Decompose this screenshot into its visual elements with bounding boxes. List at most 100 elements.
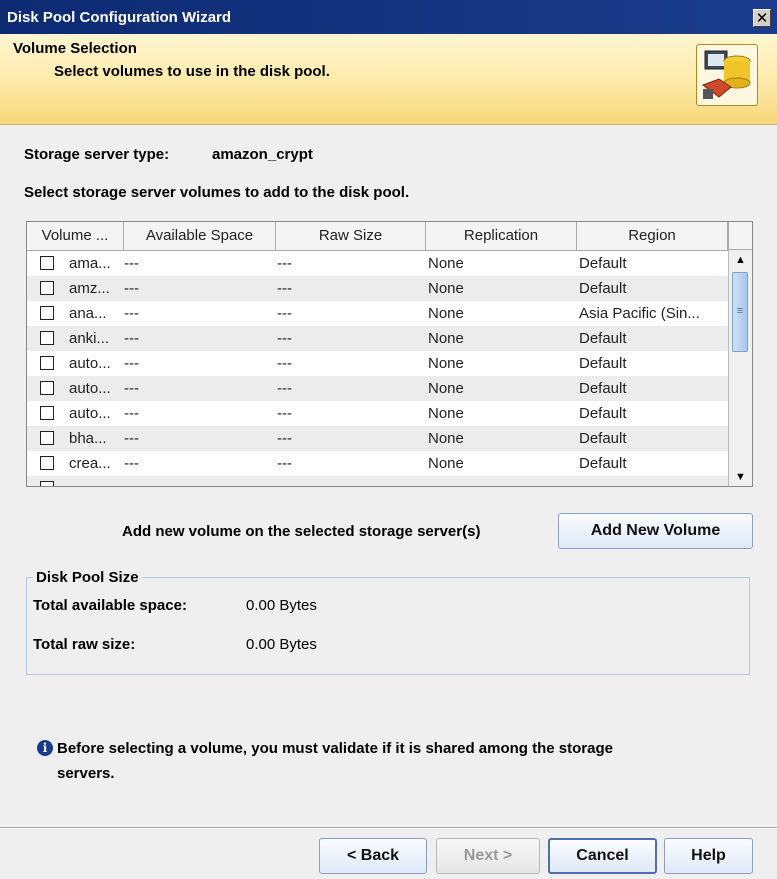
disk-pool-icon — [696, 44, 758, 106]
table-row[interactable]: crea... --- --- None Default — [27, 451, 728, 476]
wizard-header: Volume Selection Select volumes to use i… — [0, 34, 777, 125]
row-checkbox[interactable] — [40, 281, 54, 295]
cell-volume: auto... — [69, 405, 111, 422]
cell-available: --- — [124, 305, 139, 322]
cell-region: Asia Pacific (Sin... — [579, 305, 700, 322]
row-checkbox[interactable] — [40, 356, 54, 370]
info-message-line1: Before selecting a volume, you must vali… — [57, 740, 613, 757]
cell-available: --- — [124, 255, 139, 272]
cell-raw: --- — [277, 255, 292, 272]
table-body: ama... --- --- None Default amz... --- -… — [27, 251, 728, 486]
scroll-thumb[interactable]: ≡ — [732, 272, 748, 352]
cell-volume: anki... — [69, 330, 110, 347]
scroll-corner — [728, 222, 752, 250]
info-message-line2: servers. — [57, 765, 115, 782]
total-raw-value: 0.00 Bytes — [246, 636, 317, 653]
col-region[interactable]: Region — [577, 222, 728, 250]
row-checkbox[interactable] — [40, 406, 54, 420]
cell-region: Default — [579, 280, 627, 297]
col-volume[interactable]: Volume ... — [27, 222, 124, 250]
col-replication[interactable]: Replication — [426, 222, 577, 250]
cancel-button[interactable]: Cancel — [548, 838, 657, 874]
close-button[interactable]: ✕ — [753, 9, 771, 27]
scroll-up-arrow-icon[interactable]: ▲ — [729, 250, 752, 270]
cell-volume: amz... — [69, 280, 110, 297]
cell-raw: --- — [277, 355, 292, 372]
row-checkbox[interactable] — [40, 256, 54, 270]
disk-pool-size-group: Disk Pool Size — [26, 569, 750, 675]
cell-raw: --- — [277, 430, 292, 447]
cell-available: --- — [124, 355, 139, 372]
add-new-volume-button[interactable]: Add New Volume — [558, 513, 753, 549]
cell-volume: auto... — [69, 355, 111, 372]
cell-region: Default — [579, 330, 627, 347]
cell-volume: bha... — [69, 430, 107, 447]
cell-volume: crea... — [69, 455, 111, 472]
cell-region: Default — [579, 430, 627, 447]
col-available-space[interactable]: Available Space — [124, 222, 276, 250]
cell-region: Default — [579, 455, 627, 472]
next-button[interactable]: Next > — [436, 838, 540, 874]
footer-separator-highlight — [0, 828, 777, 829]
step-title: Volume Selection — [13, 40, 137, 57]
table-row[interactable]: auto... --- --- None Default — [27, 376, 728, 401]
cell-available: --- — [124, 405, 139, 422]
table-row[interactable]: ama... --- --- None Default — [27, 251, 728, 276]
table-row[interactable]: ana... --- --- None Asia Pacific (Sin... — [27, 301, 728, 326]
cell-raw: --- — [277, 330, 292, 347]
cell-raw: --- — [277, 405, 292, 422]
cell-available: --- — [124, 330, 139, 347]
cell-replication: None — [428, 255, 464, 272]
cell-replication: None — [428, 380, 464, 397]
col-raw-size[interactable]: Raw Size — [276, 222, 426, 250]
info-icon: i — [37, 740, 53, 756]
cell-region: Default — [579, 405, 627, 422]
row-checkbox[interactable] — [40, 381, 54, 395]
cell-available: --- — [124, 280, 139, 297]
cell-raw: --- — [277, 380, 292, 397]
total-available-label: Total available space: — [33, 597, 187, 614]
scroll-down-arrow-icon[interactable]: ▼ — [729, 467, 752, 486]
total-available-value: 0.00 Bytes — [246, 597, 317, 614]
table-scrollbar[interactable]: ▲ ≡ ▼ — [728, 250, 752, 486]
cell-raw: --- — [277, 455, 292, 472]
cell-replication: None — [428, 355, 464, 372]
row-checkbox[interactable] — [40, 431, 54, 445]
storage-type-label: Storage server type: — [24, 146, 170, 163]
cell-available: --- — [124, 380, 139, 397]
row-checkbox[interactable] — [40, 481, 54, 486]
table-row[interactable]: anki... --- --- None Default — [27, 326, 728, 351]
total-raw-label: Total raw size: — [33, 636, 136, 653]
row-checkbox[interactable] — [40, 306, 54, 320]
cell-replication: None — [428, 405, 464, 422]
step-subtitle: Select volumes to use in the disk pool. — [54, 63, 330, 80]
cell-region: Default — [579, 355, 627, 372]
row-checkbox[interactable] — [40, 331, 54, 345]
cell-replication: None — [428, 430, 464, 447]
cell-volume: ama... — [69, 255, 111, 272]
cell-raw: --- — [277, 305, 292, 322]
title-bar: Disk Pool Configuration Wizard ✕ — [0, 0, 777, 34]
help-button[interactable]: Help — [664, 838, 753, 874]
window-title: Disk Pool Configuration Wizard — [7, 9, 232, 26]
cell-replication: None — [428, 455, 464, 472]
table-row[interactable]: auto... --- --- None Default — [27, 401, 728, 426]
back-button[interactable]: < Back — [319, 838, 427, 874]
table-row[interactable]: amz... --- --- None Default — [27, 276, 728, 301]
cell-volume: auto... — [69, 380, 111, 397]
add-volume-label: Add new volume on the selected storage s… — [122, 523, 481, 540]
table-row[interactable]: bha... --- --- None Default — [27, 426, 728, 451]
table-header: Volume ... Available Space Raw Size Repl… — [27, 222, 728, 251]
cell-available: --- — [124, 430, 139, 447]
storage-type-value: amazon_crypt — [212, 146, 313, 163]
cell-region: Default — [579, 255, 627, 272]
table-row-partial[interactable] — [27, 476, 728, 486]
table-row[interactable]: auto... --- --- None Default — [27, 351, 728, 376]
cell-replication: None — [428, 330, 464, 347]
row-checkbox[interactable] — [40, 456, 54, 470]
cell-available: --- — [124, 455, 139, 472]
cell-volume: ana... — [69, 305, 107, 322]
cell-replication: None — [428, 280, 464, 297]
cell-replication: None — [428, 305, 464, 322]
cell-region: Default — [579, 380, 627, 397]
